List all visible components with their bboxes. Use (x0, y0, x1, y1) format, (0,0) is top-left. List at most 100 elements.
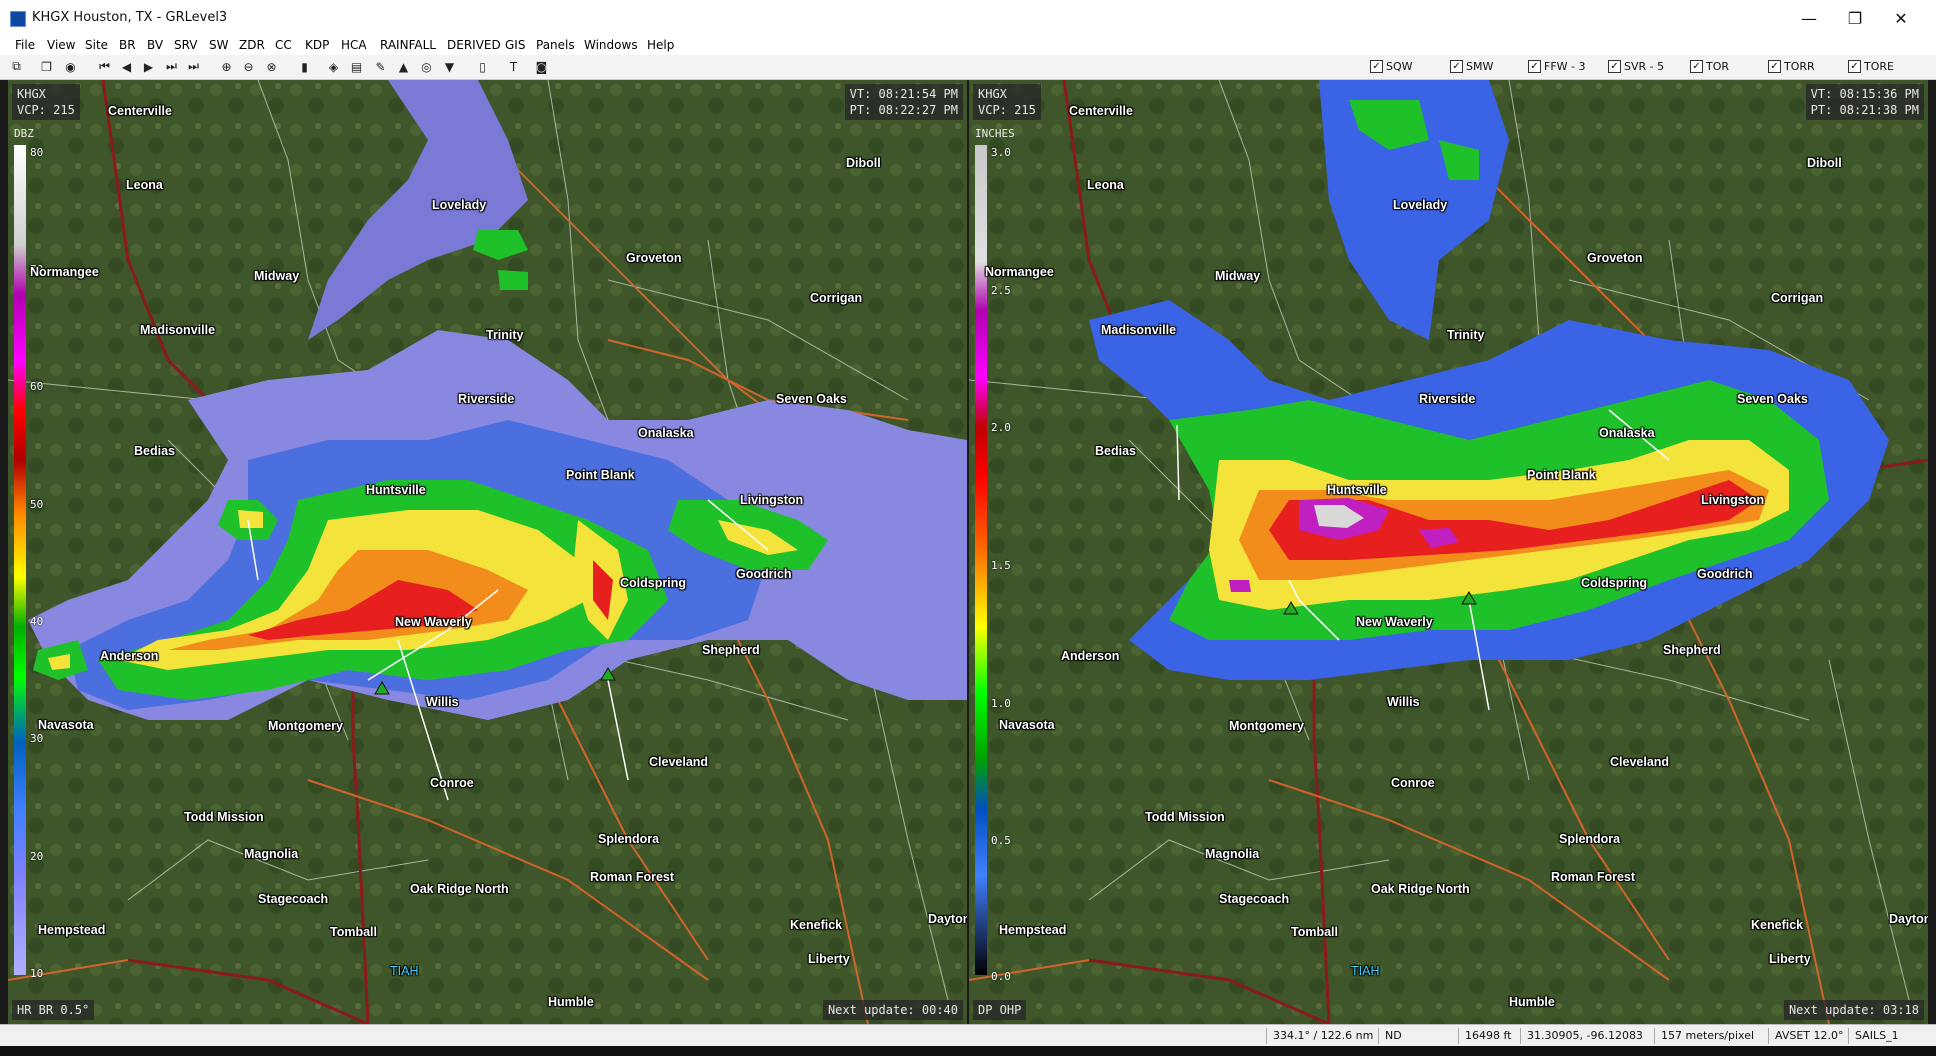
site-id: KHGX (978, 87, 1007, 101)
warning-ffw-toggle[interactable]: ✓ FFW - 3 (1528, 60, 1586, 73)
step-back-icon[interactable]: ◀ (118, 58, 135, 75)
city-label: Diboll (1807, 156, 1842, 170)
warning-sqw-toggle[interactable]: ✓ SQW (1370, 60, 1413, 73)
status-bar: 334.1° / 122.6 nm ND 16498 ft 31.30905, … (0, 1024, 1936, 1047)
city-label: Riverside (1419, 392, 1476, 406)
city-label: Centerville (108, 104, 172, 118)
product-label-right: DP OHP (973, 1000, 1027, 1020)
warning-tore-toggle[interactable]: ✓ TORE (1848, 60, 1894, 73)
city-label: Lovelady (1393, 198, 1448, 212)
city-label: Magnolia (1205, 847, 1260, 861)
menu-windows[interactable]: Windows (584, 38, 638, 52)
menu-file[interactable]: File (15, 38, 35, 52)
scale-tick: 2.0 (991, 421, 1011, 434)
city-label: Montgomery (1229, 719, 1304, 733)
warning-box-icon[interactable]: ▯ (474, 58, 491, 75)
city-label: Seven Oaks (776, 392, 847, 406)
status-altitude: 16498 ft (1458, 1028, 1525, 1044)
scale-tick: 3.0 (991, 146, 1011, 159)
city-label: Liberty (1769, 952, 1811, 966)
process-time: PT: 08:21:38 PM (1810, 103, 1919, 117)
city-label: Splendora (1559, 832, 1621, 846)
city-label: Tomball (330, 925, 377, 939)
window-title: KHGX Houston, TX - GRLevel3 (32, 10, 228, 25)
valid-time: VT: 08:21:54 PM (849, 87, 958, 101)
meso-circle-icon[interactable]: ◎ (418, 58, 435, 75)
status-bearing: 334.1° / 122.6 nm (1266, 1028, 1379, 1044)
process-time: PT: 08:22:27 PM (849, 103, 958, 117)
skip-first-icon[interactable]: ⏮ (96, 58, 113, 75)
scale-unit-label: INCHES (975, 127, 1015, 140)
city-label: Seven Oaks (1737, 392, 1808, 406)
close-button[interactable]: ✕ (1878, 6, 1924, 32)
clipboard-icon[interactable]: ❐ (38, 58, 55, 75)
zoom-reset-icon[interactable]: ⊗ (263, 58, 280, 75)
menu-cc[interactable]: CC (275, 38, 292, 52)
status-value: ND (1378, 1028, 1463, 1044)
play-icon[interactable]: ▶ (140, 58, 157, 75)
step-forward-icon[interactable]: ⏭ (163, 58, 180, 75)
skip-last-icon[interactable]: ⏭ (185, 58, 202, 75)
radar-display-icon[interactable]: ▤ (348, 58, 365, 75)
city-label: Point Blank (566, 468, 635, 482)
city-label: Onalaska (1599, 426, 1655, 440)
maximize-button[interactable]: ❐ (1832, 6, 1878, 32)
warning-svr-toggle[interactable]: ✓ SVR - 5 (1608, 60, 1664, 73)
city-label: Goodrich (736, 567, 792, 581)
menu-hca[interactable]: HCA (341, 38, 367, 52)
menu-br[interactable]: BR (119, 38, 136, 52)
scale-tick: 60 (30, 380, 44, 393)
menu-site[interactable]: Site (85, 38, 108, 52)
city-label: Magnolia (244, 847, 299, 861)
hail-triangle-icon[interactable]: ▲ (395, 58, 412, 75)
city-label: Centerville (1069, 104, 1133, 118)
city-label: Cleveland (649, 755, 709, 769)
title-bar: KHGX Houston, TX - GRLevel3 — ❐ ✕ (0, 0, 1936, 37)
city-label: Anderson (100, 649, 159, 663)
city-label: Midway (1215, 269, 1261, 283)
menu-rainfall[interactable]: RAINFALL (380, 38, 436, 52)
bottom-strip (0, 1046, 1936, 1056)
radar-panel-left[interactable]: KHGX VCP: 215 VT: 08:21:54 PM PT: 08:22:… (8, 80, 967, 1024)
menu-derived[interactable]: DERIVED (447, 38, 501, 52)
menu-kdp[interactable]: KDP (305, 38, 329, 52)
stop-icon[interactable]: ◙ (533, 58, 550, 75)
city-label: Dayton (928, 912, 967, 926)
vcp-label: VCP: 215 (978, 103, 1036, 117)
menu-bv[interactable]: BV (147, 38, 163, 52)
copy-icon[interactable]: ⧉ (8, 58, 25, 75)
valid-time: VT: 08:15:36 PM (1810, 87, 1919, 101)
storm-tracks-icon[interactable]: ◈ (325, 58, 342, 75)
product-label-left: HR BR 0.5° (12, 1000, 95, 1020)
site-id: KHGX (17, 87, 46, 101)
warning-torr-toggle[interactable]: ✓ TORR (1768, 60, 1815, 73)
tvs-triangle-icon[interactable]: ▼ (441, 58, 458, 75)
toolbar: ⧉ ❐ ◉ ⏮ ◀ ▶ ⏭ ⏭ ⊕ ⊖ ⊗ ▮ ◈ ▤ ✎ ▲ ◎ ▼ ▯ T … (0, 55, 1936, 80)
city-label: Coldspring (1581, 576, 1647, 590)
city-label: Trinity (486, 328, 524, 342)
warning-smw-toggle[interactable]: ✓ SMW (1450, 60, 1493, 73)
city-label: Shepherd (1663, 643, 1721, 657)
scale-tick: 1.5 (991, 559, 1011, 572)
menu-srv[interactable]: SRV (174, 38, 198, 52)
menu-panels[interactable]: Panels (536, 38, 575, 52)
pen-icon[interactable]: ✎ (372, 58, 389, 75)
city-label: Madisonville (1101, 323, 1177, 337)
warning-tor-toggle[interactable]: ✓ TOR (1690, 60, 1729, 73)
text-icon[interactable]: T (505, 58, 522, 75)
scale-tick: 40 (30, 615, 44, 628)
city-label: Navasota (999, 718, 1055, 732)
menu-help[interactable]: Help (647, 38, 674, 52)
radar-panel-right[interactable]: KHGX VCP: 215 VT: 08:15:36 PM PT: 08:21:… (969, 80, 1928, 1024)
menu-zdr[interactable]: ZDR (239, 38, 265, 52)
city-label: Coldspring (620, 576, 686, 590)
city-label: Livingston (1701, 493, 1765, 507)
color-bar-icon[interactable]: ▮ (296, 58, 313, 75)
menu-view[interactable]: View (47, 38, 75, 52)
menu-sw[interactable]: SW (209, 38, 228, 52)
globe-icon[interactable]: ◉ (62, 58, 79, 75)
minimize-button[interactable]: — (1786, 6, 1832, 32)
zoom-in-icon[interactable]: ⊕ (218, 58, 235, 75)
menu-gis[interactable]: GIS (505, 38, 525, 52)
zoom-out-icon[interactable]: ⊖ (240, 58, 257, 75)
